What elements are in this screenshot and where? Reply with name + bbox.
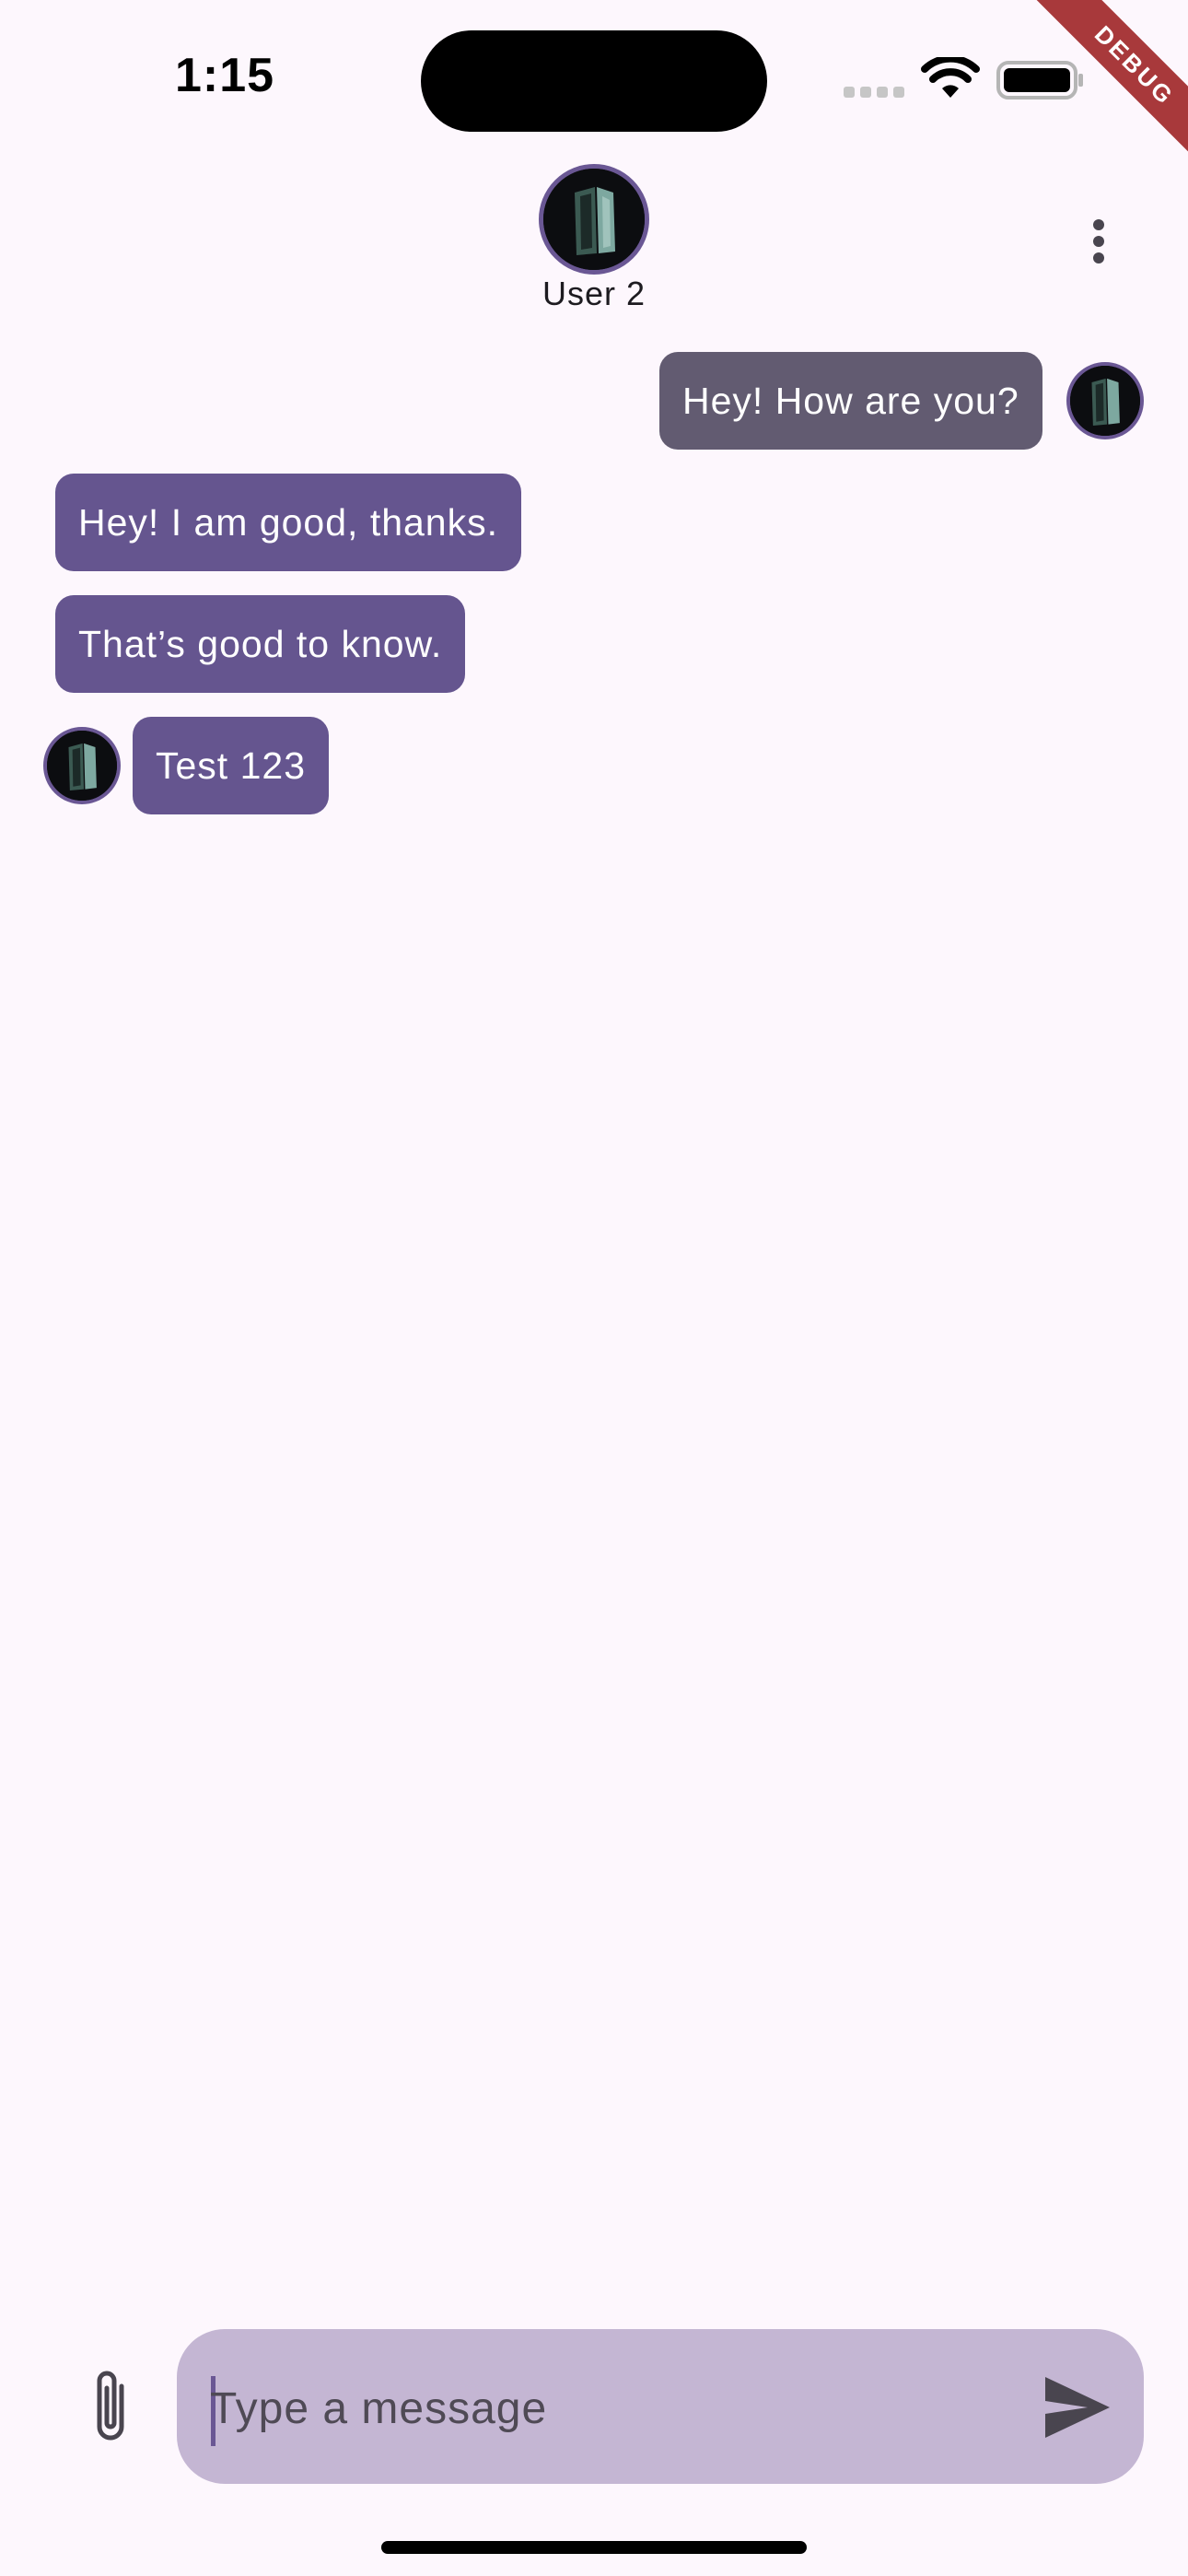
- avatar-image-icon: [1070, 366, 1140, 436]
- message-bubble-received[interactable]: Hey! I am good, thanks.: [55, 474, 522, 571]
- message-input[interactable]: [210, 2370, 1002, 2447]
- contact-avatar[interactable]: [539, 164, 649, 275]
- recipient-avatar[interactable]: [43, 727, 121, 804]
- contact-name: User 2: [542, 275, 646, 312]
- message-bubble-received[interactable]: That’s good to know.: [55, 595, 466, 693]
- message-bubble-sent[interactable]: Hey! How are you?: [659, 352, 1042, 450]
- chat-screen: 1:15 DEBUG User 2 Hey! How are you? Hey!…: [0, 0, 1188, 2576]
- cellular-signal-icon: [844, 87, 904, 100]
- message-input-field[interactable]: [177, 2329, 1144, 2484]
- sender-avatar[interactable]: [1066, 362, 1144, 439]
- avatar-image-icon: [47, 731, 117, 801]
- avatar-image-icon: [543, 169, 645, 270]
- wifi-icon: [921, 57, 980, 98]
- battery-icon: [996, 61, 1083, 100]
- send-icon[interactable]: [1043, 2375, 1112, 2440]
- more-vert-icon[interactable]: [1077, 212, 1120, 269]
- paperclip-icon[interactable]: [85, 2366, 140, 2449]
- message-bubble-received[interactable]: Test 123: [133, 717, 329, 814]
- dynamic-island: [421, 30, 767, 132]
- home-indicator[interactable]: [381, 2541, 807, 2554]
- status-time: 1:15: [175, 49, 275, 102]
